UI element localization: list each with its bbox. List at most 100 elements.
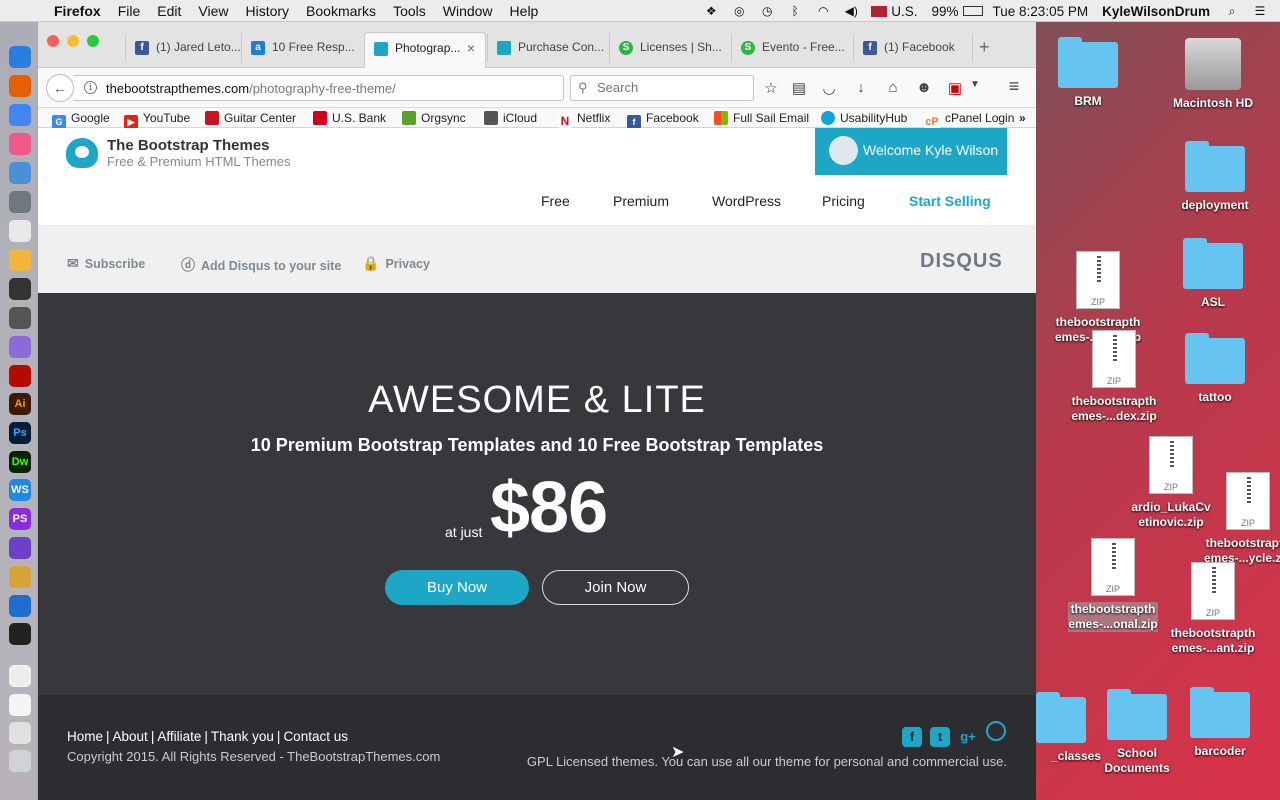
acrobat-icon[interactable] bbox=[9, 365, 31, 387]
desktop-folder-deployment[interactable]: deployment bbox=[1170, 141, 1260, 213]
volume-icon[interactable]: ◀) bbox=[843, 4, 859, 18]
dribbble-icon[interactable] bbox=[986, 721, 1006, 741]
bookmark-star-icon[interactable]: ☆ bbox=[762, 79, 780, 97]
battery-percent[interactable]: 99% bbox=[932, 4, 959, 19]
app-menu[interactable]: Firefox bbox=[54, 3, 101, 19]
bookmark-us-bank[interactable]: U.S. Bank bbox=[313, 111, 386, 125]
bookmark-full-sail[interactable]: Full Sail Email bbox=[714, 111, 809, 125]
quicktime-icon[interactable] bbox=[9, 595, 31, 617]
app-store-icon[interactable] bbox=[9, 162, 31, 184]
tab-photography[interactable]: Photograp... × bbox=[364, 32, 486, 68]
menu-help[interactable]: Help bbox=[510, 3, 539, 19]
home-icon[interactable]: ⌂ bbox=[884, 79, 902, 96]
close-window-button[interactable] bbox=[47, 35, 59, 47]
document-stack-icon[interactable] bbox=[9, 665, 31, 687]
illustrator-icon[interactable]: Ai bbox=[9, 393, 31, 415]
desktop-zip-personal[interactable]: ZIP thebootstrapth emes-...onal.zip bbox=[1068, 538, 1158, 632]
disqus-add-link[interactable]: ⓓ Add Disqus to your site bbox=[181, 255, 341, 275]
desktop-folder-tattoo[interactable]: tattoo bbox=[1170, 333, 1260, 405]
menu-bookmarks[interactable]: Bookmarks bbox=[306, 3, 376, 19]
tab-free-responsive[interactable]: a 10 Free Resp... bbox=[241, 34, 363, 62]
battery-icon[interactable] bbox=[962, 6, 983, 16]
facebook-icon[interactable]: f bbox=[902, 727, 922, 747]
desktop-zip-restaurant[interactable]: ZIP thebootstrapth emes-...ant.zip bbox=[1168, 562, 1258, 656]
desktop-folder-asl[interactable]: ASL bbox=[1168, 238, 1258, 310]
motion-icon[interactable] bbox=[9, 336, 31, 358]
menu-view[interactable]: View bbox=[198, 3, 228, 19]
tab-jared-leto[interactable]: f (1) Jared Leto... bbox=[125, 34, 241, 62]
downloads-icon[interactable]: ↓ bbox=[852, 79, 870, 96]
bookmark-netflix[interactable]: N Netflix bbox=[558, 111, 610, 128]
textedit-icon[interactable] bbox=[9, 220, 31, 242]
nav-start-selling[interactable]: Start Selling bbox=[909, 193, 991, 209]
final-cut-icon[interactable] bbox=[9, 307, 31, 329]
dropbox-icon[interactable]: ❖ bbox=[703, 4, 719, 18]
tab-facebook[interactable]: f (1) Facebook bbox=[853, 34, 973, 62]
nav-wordpress[interactable]: WordPress bbox=[712, 193, 781, 209]
new-tab-button[interactable]: + bbox=[979, 37, 990, 58]
menu-window[interactable]: Window bbox=[443, 3, 493, 19]
bookmark-usabilityhub[interactable]: UsabilityHub bbox=[821, 111, 907, 125]
disqus-subscribe-link[interactable]: ✉ Subscribe bbox=[67, 255, 145, 272]
dreamweaver-icon[interactable]: Dw bbox=[9, 451, 31, 473]
sequel-pro-icon[interactable] bbox=[9, 566, 31, 588]
desktop-zip-index[interactable]: ZIP thebootstrapth emes-...dex.zip bbox=[1069, 330, 1159, 424]
menu-file[interactable]: File bbox=[118, 3, 141, 19]
footer-link-thank-you[interactable]: Thank you bbox=[211, 729, 274, 744]
phpstorm-icon[interactable]: PS bbox=[9, 508, 31, 530]
footer-link-about[interactable]: About bbox=[113, 729, 148, 744]
user-name[interactable]: KyleWilsonDrum bbox=[1102, 4, 1210, 19]
menu-tools[interactable]: Tools bbox=[393, 3, 426, 19]
terminal-icon[interactable] bbox=[9, 623, 31, 645]
downloads-stack-icon[interactable] bbox=[9, 694, 31, 716]
disqus-privacy-link[interactable]: 🔒 Privacy bbox=[362, 255, 430, 272]
bookmark-google[interactable]: G Google bbox=[52, 111, 110, 129]
footer-link-contact[interactable]: Contact us bbox=[283, 729, 348, 744]
bookmarks-overflow-icon[interactable]: » bbox=[1019, 111, 1026, 125]
bookmark-facebook[interactable]: f Facebook bbox=[627, 111, 699, 129]
reading-list-icon[interactable]: ▤ bbox=[790, 79, 808, 97]
firefox-icon[interactable] bbox=[9, 75, 31, 97]
tab-evento[interactable]: S Evento - Free... bbox=[731, 34, 853, 62]
nav-premium[interactable]: Premium bbox=[613, 193, 669, 209]
footer-link-home[interactable]: Home bbox=[67, 729, 103, 744]
menu-hamburger-icon[interactable]: ≡ bbox=[1005, 76, 1023, 97]
url-bar[interactable]: i thebootstrapthemes.com/photography-fre… bbox=[74, 75, 583, 101]
tab-licenses[interactable]: S Licenses | Sh... bbox=[609, 34, 731, 62]
menu-history[interactable]: History bbox=[245, 3, 289, 19]
documents-stack-icon[interactable] bbox=[9, 722, 31, 744]
flag-icon[interactable] bbox=[871, 5, 888, 17]
photos-icon[interactable] bbox=[9, 249, 31, 271]
bluetooth-icon[interactable]: ᛒ bbox=[787, 4, 803, 18]
pocket-icon[interactable]: ◡ bbox=[820, 79, 838, 97]
nav-free[interactable]: Free bbox=[541, 193, 570, 209]
chrome-icon[interactable] bbox=[9, 104, 31, 126]
bookmark-orgsync[interactable]: Orgsync bbox=[402, 111, 466, 125]
disqus-logo[interactable]: DISQUS bbox=[920, 250, 1003, 273]
desktop-folder-classes[interactable]: _classes bbox=[1016, 692, 1106, 764]
minimize-window-button[interactable] bbox=[67, 35, 79, 47]
itunes-icon[interactable] bbox=[9, 133, 31, 155]
notification-center-icon[interactable]: ☰ bbox=[1252, 4, 1268, 18]
twitter-icon[interactable]: t bbox=[930, 727, 950, 747]
bookmark-youtube[interactable]: ▶ YouTube bbox=[124, 111, 190, 129]
bookmark-cpanel[interactable]: cP cPanel Login bbox=[924, 111, 1014, 129]
welcome-user-button[interactable]: Welcome Kyle Wilson bbox=[815, 128, 1007, 175]
system-preferences-icon[interactable] bbox=[9, 191, 31, 213]
tab-purchase[interactable]: Purchase Con... bbox=[487, 34, 609, 62]
trash-icon[interactable] bbox=[9, 750, 31, 772]
github-icon[interactable] bbox=[9, 537, 31, 559]
join-now-button[interactable]: Join Now bbox=[542, 570, 689, 605]
bookmark-icloud[interactable]: iCloud bbox=[484, 111, 537, 125]
photo-booth-icon[interactable] bbox=[9, 278, 31, 300]
desktop-drive-macintosh-hd[interactable]: Macintosh HD bbox=[1168, 38, 1258, 111]
bookmark-guitar-center[interactable]: Guitar Center bbox=[205, 111, 296, 125]
pdf-tool-icon[interactable]: ▣ bbox=[946, 79, 964, 97]
input-source[interactable]: U.S. bbox=[891, 4, 917, 19]
emoji-icon[interactable]: ☻ bbox=[915, 79, 933, 96]
webstorm-icon[interactable]: WS bbox=[9, 479, 31, 501]
spotlight-icon[interactable]: ⌕ bbox=[1224, 4, 1240, 18]
site-info-icon[interactable]: i bbox=[84, 81, 97, 94]
search-box[interactable]: ⚲ bbox=[570, 75, 754, 101]
site-logo-icon[interactable] bbox=[66, 138, 98, 168]
